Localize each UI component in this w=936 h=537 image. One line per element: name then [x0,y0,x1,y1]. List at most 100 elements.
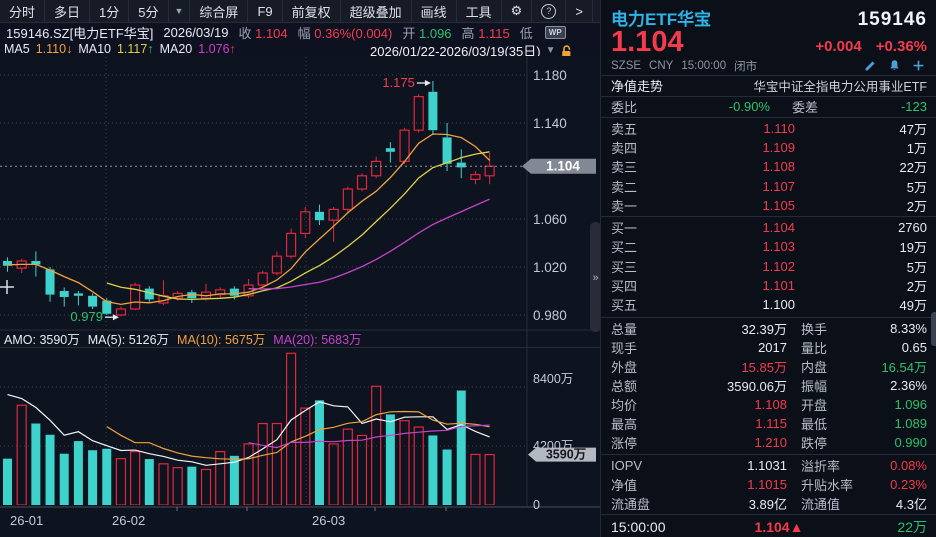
bid-row-3[interactable]: 买三1.1025万 [601,256,936,275]
tick-volume: 22万 [847,517,927,537]
toolbar-expand-chevron-icon[interactable]: > [566,0,593,22]
level-label: 卖三 [611,157,675,176]
quote-header: 电力ETF华宝 159146 1.104 +0.004+0.36% SZSE C… [601,0,936,74]
level-price: 1.104 [675,220,795,235]
tick-price: 1.104▲ [711,519,847,535]
level-price: 1.100 [675,297,795,312]
nav-trend-label[interactable]: 净值走势 [611,76,663,95]
level-volume: 2万 [795,196,927,215]
svg-text:0.979: 0.979 [70,309,103,324]
button-super-overlay[interactable]: 超级叠加 [341,0,412,22]
button-f9[interactable]: F9 [248,0,282,22]
tab-multiday[interactable]: 多日 [45,0,90,22]
ask-row-3[interactable]: 卖三1.10822万 [601,157,936,176]
vol-ma5-value: MA(5): 5126万 [88,329,169,348]
ma20-label: MA20 [160,42,193,56]
close-value: 1.104 [255,26,288,41]
exchange-label: SZSE [611,60,641,72]
stat-row: 涨停1.210跌停0.990 [601,433,936,452]
bid-row-4[interactable]: 买四1.1012万 [601,276,936,295]
stat-row: 最高1.115最低1.089 [601,414,936,433]
svg-text:0: 0 [533,498,540,512]
stat-row: 现手2017量比0.65 [601,338,936,357]
ma10-value: 1.117↑ [117,42,154,56]
level-label: 买四 [611,276,675,295]
svg-text:1.104: 1.104 [546,159,580,174]
wp-tool-icon[interactable]: WP [545,26,566,39]
level-price: 1.105 [675,198,795,213]
level-volume: 49万 [795,295,927,314]
tab-timeline[interactable]: 分时 [0,0,45,22]
stat-row: 总量32.39万换手8.33% [601,319,936,338]
stat-row: 总额3590.06万振幅2.36% [601,376,936,395]
weicha-value: -123 [818,99,927,114]
period-dropdown-icon[interactable]: ▼ [169,0,191,22]
button-composite-screen[interactable]: 综合屏 [190,0,248,22]
level-label: 卖五 [611,119,675,138]
amo-value: AMO: 3590万 [4,329,80,348]
market-meta-row: SZSE CNY 15:00:00 闭市 [611,57,927,74]
tab-1min[interactable]: 1分 [90,0,129,22]
tab-5min[interactable]: 5分 [129,0,168,22]
panel-scrollbar-nub[interactable] [931,312,936,346]
bid-row-2[interactable]: 买二1.10319万 [601,237,936,256]
level-label: 卖四 [611,138,675,157]
svg-text:1.020: 1.020 [533,260,567,275]
button-tools[interactable]: 工具 [457,0,502,22]
level-volume: 19万 [795,237,927,256]
weibi-value: -0.90% [675,99,770,114]
level-price: 1.107 [675,179,795,194]
candlestick-volume-chart[interactable]: 1.1801.1401.0601.0200.9808400万4200万01.10… [0,56,600,537]
level-label: 卖二 [611,177,675,196]
low-label: 低 [520,23,533,42]
button-draw-line[interactable]: 画线 [412,0,457,22]
quote-panel: 电力ETF华宝 159146 1.104 +0.004+0.36% SZSE C… [600,0,936,537]
add-plus-icon[interactable] [910,58,927,73]
quote-action-icons [862,58,927,73]
ask-row-5[interactable]: 卖一1.1052万 [601,196,936,215]
stats-block: 总量32.39万换手8.33%现手2017量比0.65外盘15.85万内盘16.… [601,319,936,452]
level-price: 1.109 [675,140,795,155]
edit-pencil-icon[interactable] [862,58,879,73]
bid-row-1[interactable]: 买一1.1042760 [601,218,936,237]
level-volume: 2760 [795,220,927,235]
level-label: 买五 [611,295,675,314]
bid-book: 买一1.1042760买二1.10319万买三1.1025万买四1.1012万买… [601,218,936,315]
stock-app-window: 分时 多日 1分 5分 ▼ 综合屏 F9 前复权 超级叠加 画线 工具 ⚙ ? … [0,0,936,537]
svg-text:1.060: 1.060 [533,212,567,227]
close-group: 收 1.104 [238,23,287,42]
svg-text:»: » [592,272,598,284]
svg-text:8400万: 8400万 [533,372,573,386]
vol-ma10-value: MA(10): 5675万 [177,329,265,348]
market-status: 闭市 [734,58,757,74]
toolbar-right-group: 综合屏 F9 前复权 超级叠加 画线 工具 ⚙ ? > [190,0,593,22]
volume-legend-row: AMO: 3590万 MA(5): 5126万 MA(10): 5675万 MA… [4,331,564,345]
level-label: 买一 [611,218,675,237]
level-volume: 22万 [795,157,927,176]
last-tick-row: 15:00:00 1.104▲ 22万 [601,515,936,537]
nav-trend-row[interactable]: 净值走势 华宝中证全指电力公用事业ETF [601,76,936,95]
bid-row-5[interactable]: 买五1.10049万 [601,295,936,314]
ask-row-4[interactable]: 卖二1.1075万 [601,177,936,196]
svg-text:26-02: 26-02 [112,513,145,528]
level-volume: 2万 [795,276,927,295]
high-value: 1.115 [478,26,510,41]
alert-bell-icon[interactable] [886,58,903,73]
settings-gear-icon[interactable]: ⚙ [502,0,533,22]
ask-row-1[interactable]: 卖五1.11047万 [601,118,936,137]
svg-text:1.140: 1.140 [533,116,567,131]
ma20-value: 1.076↑ [198,42,236,56]
ask-book: 卖五1.11047万卖四1.1091万卖三1.10822万卖二1.1075万卖一… [601,118,936,215]
svg-text:26-03: 26-03 [312,513,345,528]
open-group: 开 1.096 [402,23,451,42]
last-price: 1.104 [611,27,684,57]
ask-row-2[interactable]: 卖四1.1091万 [601,138,936,157]
level-label: 买二 [611,237,675,256]
security-code: 159146 [858,9,927,31]
help-icon[interactable]: ? [532,0,566,22]
date-range-caret-icon[interactable]: ▼ [546,45,556,56]
level-label: 卖一 [611,196,675,215]
level-volume: 5万 [795,177,927,196]
symbol-label: 159146.SZ[电力ETF华宝] [6,23,153,42]
button-forward-adjust[interactable]: 前复权 [283,0,341,22]
